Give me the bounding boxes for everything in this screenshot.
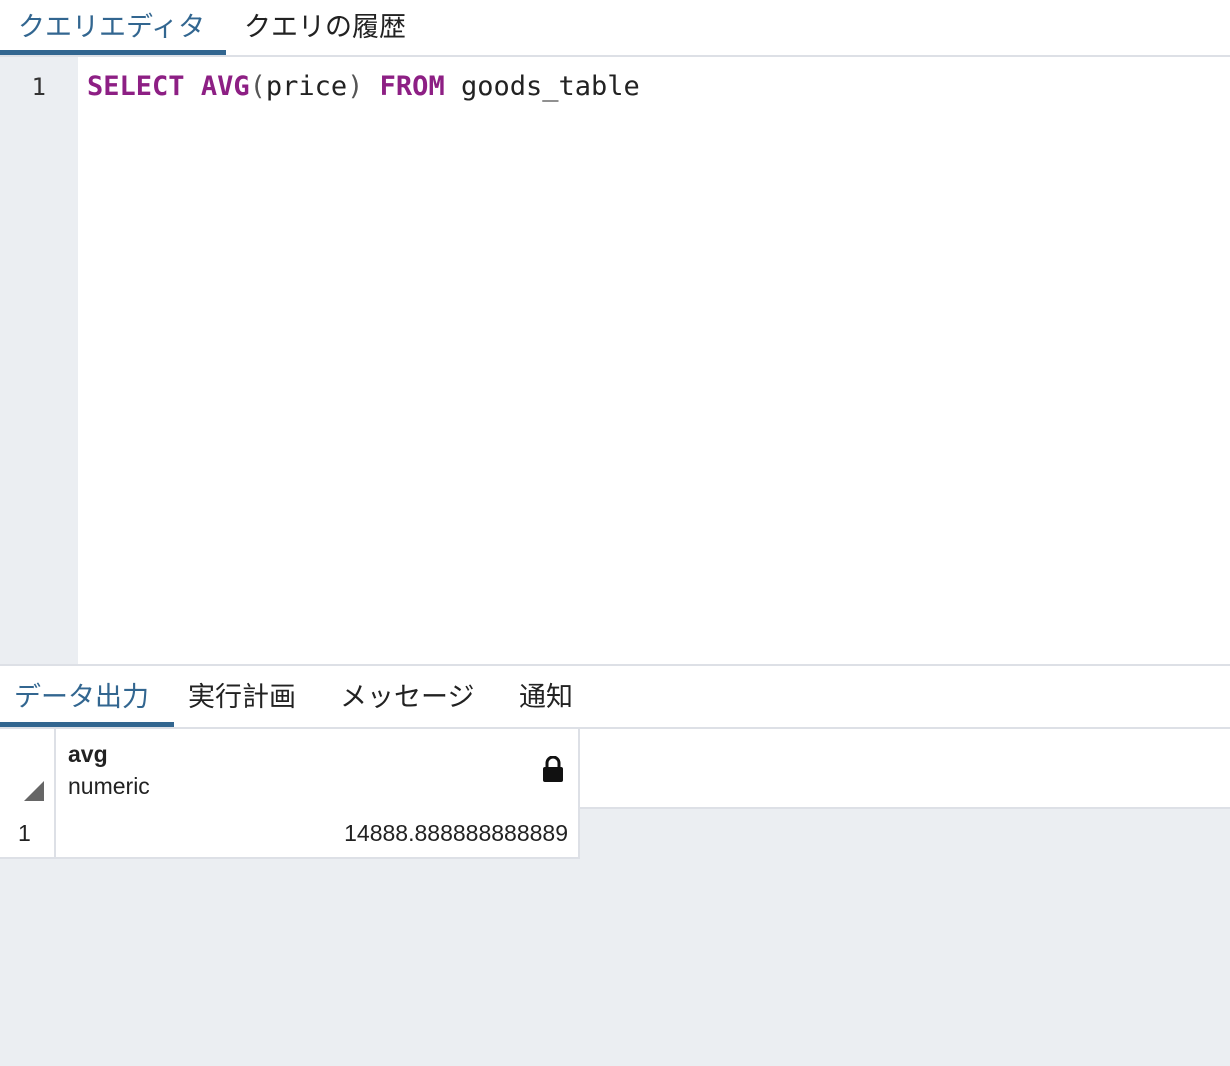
grid-header-row: avg numeric [0,729,1230,809]
output-tab-bar: データ出力 実行計画 メッセージ 通知 [0,664,1230,729]
editor-tab-bar: クエリエディタ クエリの履歴 [0,0,1230,57]
column-header-avg[interactable]: avg numeric [56,729,580,809]
column-identifier: price [265,71,348,102]
table-cell-avg[interactable]: 14888.888888888889 [56,809,580,857]
tab-notifications-label: 通知 [519,682,573,712]
column-type: numeric [68,773,150,799]
tab-query-editor-label: クエリエディタ [18,12,206,42]
line-number-gutter: 1 [0,57,78,664]
code-line[interactable]: SELECT AVG(price) FROM goods_table [87,71,1230,102]
tab-explain[interactable]: 実行計画 [174,666,326,727]
tab-query-history[interactable]: クエリの履歴 [226,0,426,55]
line-number: 1 [31,73,46,101]
keyword-from: FROM [379,71,445,102]
tab-messages-label: メッセージ [340,682,475,712]
table-row: 1 14888.888888888889 [0,809,580,859]
tab-query-history-label: クエリの履歴 [244,12,406,42]
tab-data-output-label: データ出力 [14,682,149,712]
keyword-select: SELECT [87,71,185,102]
row-number[interactable]: 1 [0,809,56,857]
lock-icon [543,756,563,782]
close-paren: ) [347,71,364,102]
table-identifier: goods_table [460,71,640,102]
select-all-corner[interactable] [0,729,56,809]
tab-query-editor[interactable]: クエリエディタ [0,0,226,55]
function-avg: AVG [200,71,250,102]
tab-messages[interactable]: メッセージ [326,666,505,727]
tab-explain-label: 実行計画 [188,682,296,712]
open-paren: ( [249,71,266,102]
column-name: avg [68,741,108,767]
result-grid: avg numeric 1 14888.888888888889 [0,729,1230,1066]
tab-notifications[interactable]: 通知 [505,666,615,727]
corner-triangle-icon [24,781,44,801]
sql-editor[interactable]: 1 SELECT AVG(price) FROM goods_table [0,57,1230,664]
tab-data-output[interactable]: データ出力 [0,666,174,727]
